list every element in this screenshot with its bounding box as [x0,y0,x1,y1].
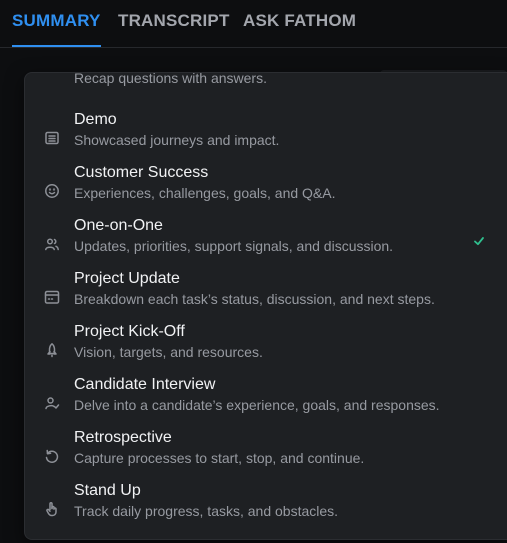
template-item-stand-up[interactable]: Stand Up Track daily progress, tasks, an… [25,480,507,533]
tab-summary[interactable]: SUMMARY [12,11,101,31]
template-item-desc: Experiences, challenges, goals, and Q&A. [74,185,336,201]
template-item-one-on-one[interactable]: One-on-One Updates, priorities, support … [25,215,507,268]
template-item-title: Candidate Interview [74,376,216,393]
template-item-desc: Breakdown each task’s status, discussion… [74,291,435,307]
summary-template-dropdown: Recap questions with answers. Demo Showc… [24,72,507,540]
template-item-desc: Showcased journeys and impact. [74,132,280,148]
template-item-desc: Capture processes to start, stop, and co… [74,450,365,466]
calendar-icon [43,288,61,306]
template-item-desc: Recap questions with answers. [74,72,267,86]
template-item-partial[interactable]: Recap questions with answers. [25,72,507,97]
template-item-title: Stand Up [74,482,141,499]
template-item-title: Retrospective [74,429,172,446]
template-item-candidate-interview[interactable]: Candidate Interview Delve into a candida… [25,374,507,427]
template-item-title: One-on-One [74,217,163,234]
smiley-icon [43,182,61,200]
template-item-project-kick-off[interactable]: Project Kick-Off Vision, targets, and re… [25,321,507,374]
users-icon [43,235,61,253]
template-item-title: Project Update [74,270,180,287]
tab-bar: SUMMARY TRANSCRIPT ASK FATHOM [0,0,507,48]
template-item-title: Project Kick-Off [74,323,185,340]
list-icon [43,129,61,147]
rotate-icon [43,447,61,465]
tab-divider [0,47,507,48]
template-item-project-update[interactable]: Project Update Breakdown each task’s sta… [25,268,507,321]
tab-transcript[interactable]: TRANSCRIPT [118,11,230,31]
selected-check-icon [472,234,486,248]
hand-pointer-icon [43,500,61,518]
template-item-retrospective[interactable]: Retrospective Capture processes to start… [25,427,507,480]
template-item-desc: Updates, priorities, support signals, an… [74,238,394,254]
rocket-icon [43,341,61,359]
user-check-icon [43,394,61,412]
template-item-desc: Track daily progress, tasks, and obstacl… [74,503,339,519]
tab-ask-fathom[interactable]: ASK FATHOM [243,11,356,31]
template-item-desc: Delve into a candidate’s experience, goa… [74,397,440,413]
template-item-title: Customer Success [74,164,209,181]
template-item-title: Demo [74,111,117,128]
template-item-demo[interactable]: Demo Showcased journeys and impact. [25,109,507,162]
template-item-customer-success[interactable]: Customer Success Experiences, challenges… [25,162,507,215]
template-item-desc: Vision, targets, and resources. [74,344,263,360]
